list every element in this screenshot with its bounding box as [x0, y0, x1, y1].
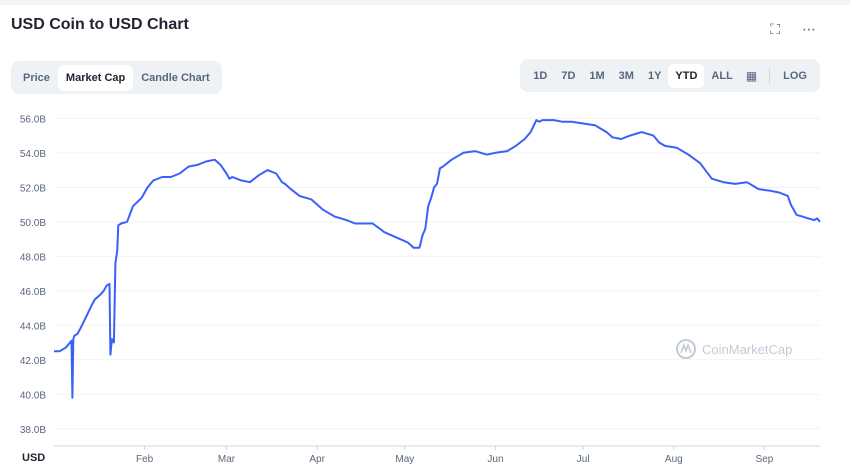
x-tick-label: May: [395, 454, 414, 465]
x-tick-label: Sep: [756, 454, 774, 465]
x-tick-label: Jun: [487, 454, 503, 465]
y-tick-label: 54.0B: [20, 149, 46, 160]
fullscreen-icon[interactable]: ⛶: [770, 22, 780, 38]
y-tick-label: 38.0B: [20, 425, 46, 436]
range-ytd[interactable]: YTD: [668, 63, 705, 88]
y-tick-label: 46.0B: [20, 287, 46, 298]
range-3m[interactable]: 3M: [612, 64, 641, 88]
watermark-text: CoinMarketCap: [702, 342, 792, 357]
range-1d[interactable]: 1D: [526, 64, 554, 88]
currency-label: USD: [22, 452, 45, 464]
tab-price[interactable]: Price: [15, 65, 58, 91]
top-strip: [0, 0, 850, 5]
watermark: CoinMarketCap: [676, 339, 792, 359]
calendar-icon[interactable]: ▦: [740, 65, 763, 87]
more-icon[interactable]: ⋯: [802, 22, 816, 38]
y-tick-label: 42.0B: [20, 356, 46, 367]
x-tick-label: Jul: [577, 454, 590, 465]
chart-type-tabs: Price Market Cap Candle Chart: [11, 61, 222, 94]
x-tick-label: Mar: [218, 454, 236, 465]
page-title: USD Coin to USD Chart: [11, 16, 189, 33]
y-tick-label: 56.0B: [20, 114, 46, 125]
tab-candle-chart[interactable]: Candle Chart: [133, 65, 217, 91]
grid-lines: [54, 117, 820, 447]
y-tick-label: 52.0B: [20, 183, 46, 194]
x-tick-label: Aug: [665, 454, 683, 465]
market-cap-chart: 56.0B 54.0B 52.0B 50.0B 48.0B 46.0B 44.0B 42.0B…: [20, 114, 821, 465]
y-tick-label: 40.0B: [20, 390, 46, 401]
range-selector: 1D 7D 1M 3M 1Y YTD ALL ▦ LOG: [520, 59, 820, 92]
range-7d[interactable]: 7D: [554, 64, 582, 88]
range-1m[interactable]: 1M: [582, 64, 611, 88]
x-axis-ticks: Feb Mar Apr May Jun Jul Aug Sep: [136, 446, 774, 465]
y-tick-label: 44.0B: [20, 321, 46, 332]
range-1y[interactable]: 1Y: [641, 64, 668, 88]
range-divider: [769, 67, 771, 84]
y-tick-label: 48.0B: [20, 252, 46, 263]
x-tick-label: Feb: [136, 454, 154, 465]
header-actions: ⛶ ⋯: [770, 22, 816, 38]
y-tick-label: 50.0B: [20, 218, 46, 229]
log-toggle[interactable]: LOG: [776, 64, 814, 88]
tab-market-cap[interactable]: Market Cap: [57, 64, 134, 91]
watermark-logo-mark: [680, 342, 692, 354]
x-tick-label: Apr: [309, 454, 325, 465]
range-all[interactable]: ALL: [704, 64, 739, 88]
y-axis-ticks: 56.0B 54.0B 52.0B 50.0B 48.0B 46.0B 44.0B 42.0B…: [20, 114, 46, 435]
